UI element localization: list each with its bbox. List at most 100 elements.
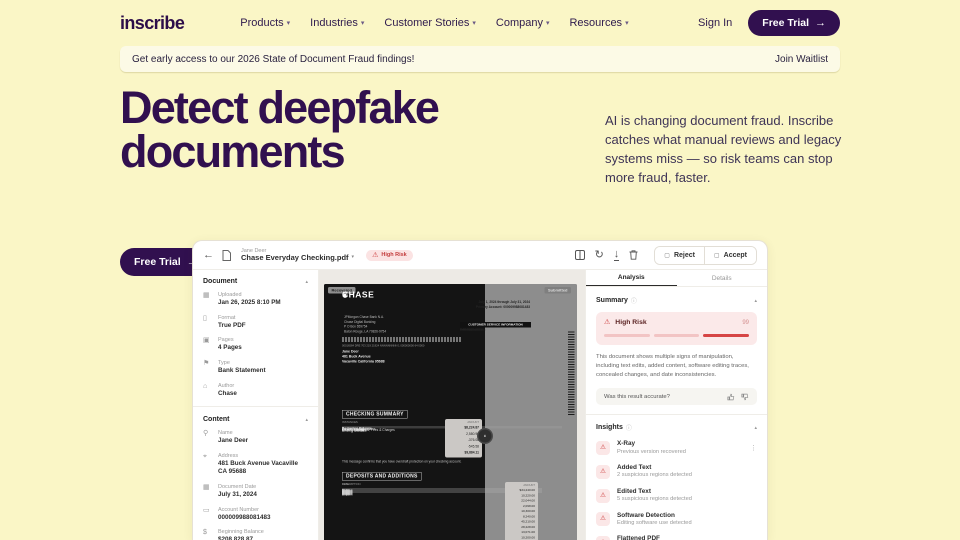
insights-section-header[interactable]: Insightsⓘ▴ xyxy=(596,423,757,432)
warning-triangle-icon: ⚠ xyxy=(600,445,606,452)
insight-alert-badge: ⚠ xyxy=(596,489,610,503)
file-name-dropdown[interactable]: Chase Everyday Checking.pdf▾ xyxy=(241,254,354,262)
xray-slider-handle[interactable]: ‹› xyxy=(477,428,493,444)
coins-icon xyxy=(203,529,212,540)
summary-section-header[interactable]: Summaryⓘ▴ xyxy=(596,296,757,305)
sidebar-field: FormatTrue PDF xyxy=(203,315,308,331)
chevron-up-icon: ▴ xyxy=(754,298,757,304)
info-icon: ⓘ xyxy=(626,423,632,432)
mail-code: 00016584 DRE 703 219 21924 NNNNNNNNN 1 0… xyxy=(342,345,424,348)
download-icon[interactable]: ↓ xyxy=(614,249,620,261)
sidebar-field: NameJane Deer xyxy=(203,430,308,446)
content-fields: NameJane Deer Address481 Buck Avenue Vac… xyxy=(203,430,308,540)
overdraft-note: This message confirms that you have over… xyxy=(342,460,461,464)
thumbs-up-icon[interactable] xyxy=(727,393,735,401)
app-screenshot: ← Jane Deer Chase Everyday Checking.pdf▾… xyxy=(192,240,768,540)
sidebar-field: Account Number000009988081483 xyxy=(203,507,308,523)
warning-triangle-icon: ⚠ xyxy=(600,493,606,500)
tab-details[interactable]: Details xyxy=(677,270,768,286)
chevron-down-icon: ▾ xyxy=(472,19,476,27)
file-icon xyxy=(222,250,231,261)
sidebar-field: Document DateJuly 31, 2024 xyxy=(203,484,308,500)
accept-button[interactable]: ▢Accept xyxy=(705,247,756,264)
nav-right: Sign In Free Trial→ xyxy=(698,10,840,36)
deposit-amount: 10,200.00 xyxy=(508,535,535,540)
vertical-barcode xyxy=(568,331,575,415)
insights-list: ⚠ X-RayPrevious version recovered ⋮ ⚠ Ad… xyxy=(596,440,757,540)
warning-triangle-icon: ⚠ xyxy=(600,516,606,523)
chevron-down-icon: ▾ xyxy=(546,19,550,27)
accept-doc-icon: ▢ xyxy=(714,252,720,259)
thumbs-down-icon[interactable] xyxy=(741,393,749,401)
pin-icon xyxy=(203,453,212,477)
content-section-header[interactable]: Content▴ xyxy=(203,416,308,423)
hero-title: Detect deepfake documents xyxy=(120,86,560,174)
sign-in-link[interactable]: Sign In xyxy=(698,17,732,29)
arrow-right-icon: → xyxy=(815,17,826,29)
insight-row[interactable]: ⚠ Edited Text5 suspicious regions detect… xyxy=(596,488,757,504)
tab-analysis[interactable]: Analysis xyxy=(586,270,677,286)
insight-alert-badge: ⚠ xyxy=(596,512,610,526)
insights-section: Insightsⓘ▴ ⚠ X-RayPrevious version recov… xyxy=(586,414,767,540)
bank-statement-xray: Recovered Submitted CHASE◉ JPMorgan Chas… xyxy=(324,284,577,540)
warning-triangle-icon: ⚠ xyxy=(600,469,606,476)
nav-item-products[interactable]: Products▾ xyxy=(240,17,290,29)
risk-score: 99 xyxy=(742,320,749,326)
insight-row[interactable]: ⚠ Software DetectionEditing software use… xyxy=(596,512,757,528)
reject-button[interactable]: ▢Reject xyxy=(655,247,704,264)
info-icon: ⓘ xyxy=(631,296,637,305)
trash-icon[interactable] xyxy=(629,250,638,260)
bookmark-icon xyxy=(203,360,212,376)
join-waitlist-link[interactable]: Join Waitlist xyxy=(775,54,828,65)
sidebar-field: UploadedJan 26, 2025 8:10 PM xyxy=(203,292,308,308)
insight-alert-badge: ⚠ xyxy=(596,441,610,455)
building-icon xyxy=(203,383,212,399)
feedback-bar: Was this result accurate? xyxy=(596,388,757,405)
top-nav: inscribe Products▾ Industries▾ Customer … xyxy=(0,0,960,42)
chevron-up-icon: ▴ xyxy=(305,417,308,423)
document-sidebar: Document▴ UploadedJan 26, 2025 8:10 PM F… xyxy=(193,270,319,540)
rotate-page-icon[interactable]: ↻ xyxy=(595,250,604,261)
announcement-banner: Get early access to our 2026 State of Do… xyxy=(120,46,840,72)
customer-service-info: CUSTOMER SERVICE INFORMATION Website:www… xyxy=(460,322,531,328)
kebab-menu-icon[interactable]: ⋮ xyxy=(750,444,757,452)
chevron-down-icon: ▾ xyxy=(625,19,629,27)
person-icon xyxy=(203,430,212,446)
nav-item-industries[interactable]: Industries▾ xyxy=(310,17,364,29)
warning-triangle-icon: ⚠ xyxy=(604,319,610,326)
insight-row[interactable]: ⚠ Flattened PDFPDF manipulated ⋮ xyxy=(596,535,757,540)
document-fields: UploadedJan 26, 2025 8:10 PM FormatTrue … xyxy=(203,292,308,398)
statement-period: July 1, 2024 through July 31, 2024 Prima… xyxy=(424,300,530,310)
pages-icon xyxy=(203,337,212,353)
calendar-icon xyxy=(203,292,212,308)
calendar-icon xyxy=(203,484,212,500)
nav-free-trial-button[interactable]: Free Trial→ xyxy=(748,10,840,36)
submitted-version-badge: Submitted xyxy=(544,287,571,294)
insight-row[interactable]: ⚠ X-RayPrevious version recovered ⋮ xyxy=(596,440,757,456)
deposits-title: DEPOSITS AND ADDITIONS xyxy=(342,472,422,481)
summary-amount: $9,884.11 xyxy=(448,450,479,456)
reject-doc-icon: ▢ xyxy=(664,252,670,259)
insight-alert-badge: ⚠ xyxy=(596,465,610,479)
risk-summary-box: ⚠ High Risk 99 xyxy=(596,312,757,345)
risk-level-label: High Risk xyxy=(615,319,646,326)
summary-description: This document shows multiple signs of ma… xyxy=(596,353,757,380)
toolbar-icons: ↻ ↓ xyxy=(575,249,639,261)
chevron-up-icon: ▴ xyxy=(305,279,308,285)
inscribe-logo[interactable]: inscribe xyxy=(120,13,184,34)
app-toolbar: ← Jane Deer Chase Everyday Checking.pdf▾… xyxy=(193,241,767,270)
file-icon xyxy=(203,315,212,331)
split-view-icon[interactable] xyxy=(575,250,585,260)
banner-text: Get early access to our 2026 State of Do… xyxy=(132,54,414,65)
insight-row[interactable]: ⚠ Added Text2 suspicious regions detecte… xyxy=(596,464,757,480)
bank-address: JPMorgan Chase Bank N.A. Chase Digital B… xyxy=(344,315,386,334)
sidebar-field: Beginning Balance$208,828.87 xyxy=(203,529,308,540)
chase-octagon-icon: ◉ xyxy=(342,291,348,299)
nav-item-resources[interactable]: Resources▾ xyxy=(569,17,628,29)
risk-meter xyxy=(604,334,749,337)
nav-item-company[interactable]: Company▾ xyxy=(496,17,550,29)
back-button[interactable]: ← xyxy=(203,250,214,261)
document-section-header[interactable]: Document▴ xyxy=(203,278,308,285)
nav-links: Products▾ Industries▾ Customer Stories▾ … xyxy=(240,17,698,29)
nav-item-customer-stories[interactable]: Customer Stories▾ xyxy=(384,17,476,29)
